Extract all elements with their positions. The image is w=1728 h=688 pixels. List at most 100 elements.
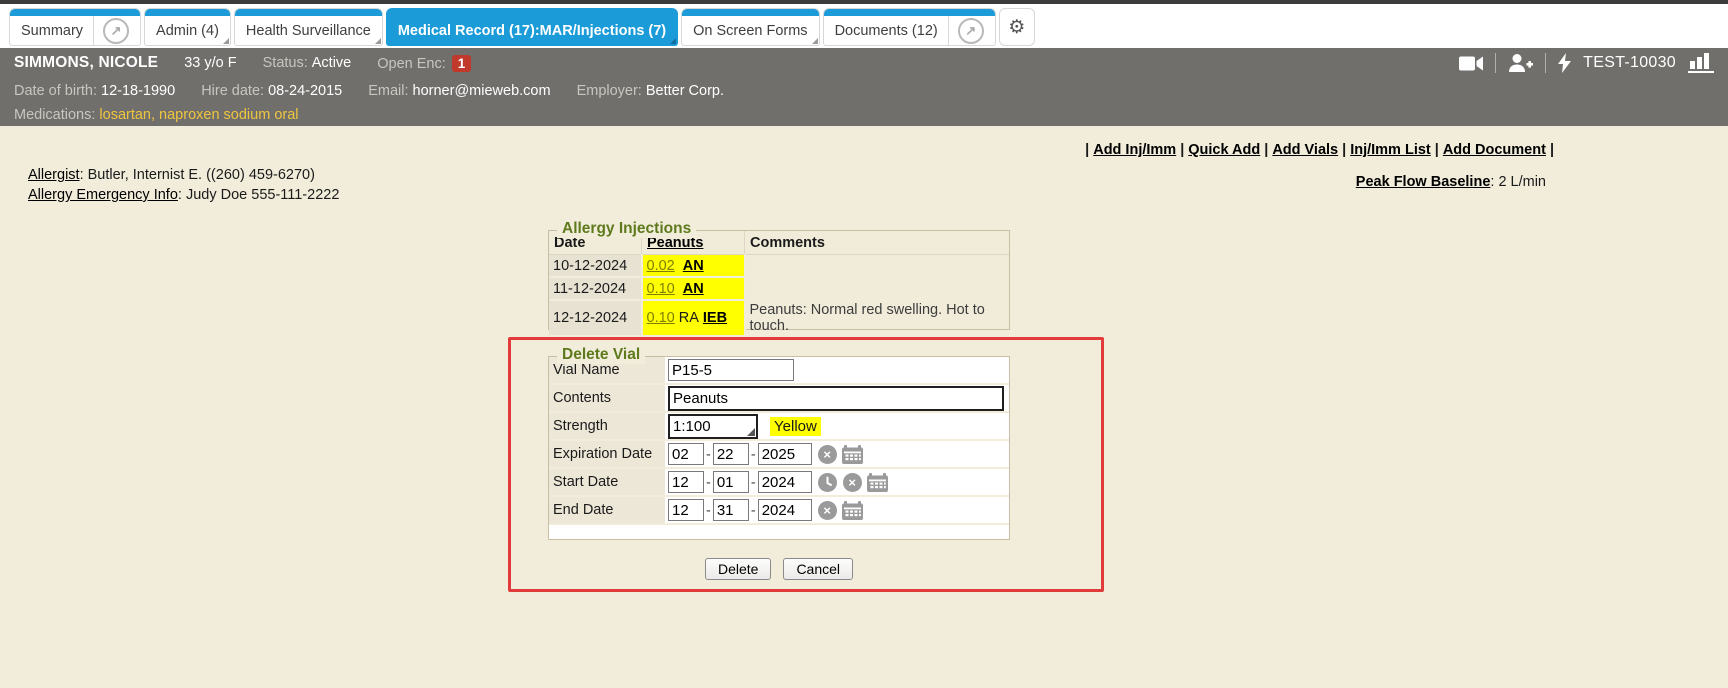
video-camera-icon[interactable] <box>1459 56 1483 71</box>
section-title: Allergy Injections <box>557 220 696 238</box>
employer-value: Better Corp. <box>646 83 724 99</box>
allergist-text: : Butler, Internist E. ((260) 459-6270) <box>80 167 315 183</box>
contents-input[interactable] <box>668 386 1004 411</box>
start-month-input[interactable] <box>668 471 704 493</box>
end-date-label: End Date <box>549 496 665 524</box>
allergy-emergency-text: : Judy Doe 555-111-2222 <box>178 187 340 203</box>
date-separator: - <box>751 475 756 491</box>
allergy-emergency-link[interactable]: Allergy Emergency Info <box>28 187 178 203</box>
injection-date: 11-12-2024 <box>549 277 642 300</box>
delete-button[interactable]: Delete <box>705 558 771 580</box>
tab-stripe <box>10 9 140 16</box>
divider <box>1495 53 1496 73</box>
form-row: Contents <box>549 384 1009 412</box>
tab-stripe <box>387 9 677 16</box>
dose-link[interactable]: 0.02 <box>647 258 675 274</box>
add-person-icon[interactable] <box>1508 54 1533 72</box>
reaction-code: RA <box>679 310 699 326</box>
link-add-document[interactable]: Add Document <box>1443 142 1546 158</box>
lightning-icon[interactable] <box>1558 53 1571 73</box>
clear-date-icon[interactable]: × <box>818 501 837 520</box>
tab-bar: Summary ↗ Admin (4) Health Surveillance … <box>0 4 1728 48</box>
chart-icon[interactable] <box>1688 53 1714 73</box>
expiration-date-label: Expiration Date <box>549 440 665 468</box>
quick-links-bar: |Add Inj/Imm|Quick Add|Add Vials|Inj/Imm… <box>1081 142 1558 158</box>
clear-date-icon[interactable]: × <box>818 445 837 464</box>
external-link-icon[interactable]: ↗ <box>958 18 984 44</box>
tab-summary[interactable]: Summary ↗ <box>10 9 140 45</box>
dropdown-fold-icon <box>812 38 818 44</box>
calendar-icon[interactable] <box>842 445 863 464</box>
injection-date: 10-12-2024 <box>549 255 642 278</box>
delete-vial-form: Vial Name Contents Strength Yellow Expir… <box>549 357 1009 525</box>
calendar-icon[interactable] <box>842 501 863 520</box>
form-row: Strength Yellow <box>549 412 1009 440</box>
allergist-link[interactable]: Allergist <box>28 167 80 183</box>
separator: | <box>1264 142 1268 158</box>
status-label: Status: <box>263 55 308 71</box>
separator: | <box>1550 142 1554 158</box>
email-label: Email: <box>368 83 408 99</box>
separator: | <box>1435 142 1439 158</box>
tab-label: Documents (12) <box>835 23 938 39</box>
cancel-button[interactable]: Cancel <box>783 558 853 580</box>
tab-divider <box>93 16 94 45</box>
expiration-month-input[interactable] <box>668 443 704 465</box>
calendar-icon[interactable] <box>867 473 888 492</box>
employer-label: Employer: <box>577 83 642 99</box>
reaction-link[interactable]: AN <box>683 281 704 297</box>
peak-flow-link[interactable]: Peak Flow Baseline <box>1356 174 1491 190</box>
dose-link[interactable]: 0.10 <box>647 310 675 326</box>
separator: | <box>1085 142 1089 158</box>
tab-divider <box>948 16 949 45</box>
start-year-input[interactable] <box>758 471 812 493</box>
expiration-year-input[interactable] <box>758 443 812 465</box>
contents-label: Contents <box>549 384 665 412</box>
injection-dose-cell: 0.02 AN <box>642 255 745 278</box>
tab-on-screen-forms[interactable]: On Screen Forms <box>682 9 818 45</box>
vial-name-input[interactable] <box>668 359 794 381</box>
date-separator: - <box>751 503 756 519</box>
end-day-input[interactable] <box>713 499 749 521</box>
clear-date-icon[interactable]: × <box>843 473 862 492</box>
allergy-injections-section: Allergy Injections Date Peanuts Comments… <box>548 230 1010 330</box>
tab-label: On Screen Forms <box>693 23 807 39</box>
reaction-link[interactable]: AN <box>683 258 704 274</box>
link-add-inj-imm[interactable]: Add Inj/Imm <box>1093 142 1176 158</box>
dropdown-fold-icon <box>375 38 381 44</box>
open-encounter-badge[interactable]: 1 <box>452 55 472 72</box>
reaction-link[interactable]: IEB <box>703 310 727 326</box>
strength-input[interactable] <box>668 414 758 439</box>
end-month-input[interactable] <box>668 499 704 521</box>
separator: | <box>1180 142 1184 158</box>
clock-icon[interactable] <box>818 473 837 492</box>
start-day-input[interactable] <box>713 471 749 493</box>
dropdown-fold-icon <box>223 38 229 44</box>
tab-health-surveillance[interactable]: Health Surveillance <box>235 9 382 45</box>
link-add-vials[interactable]: Add Vials <box>1272 142 1338 158</box>
tab-documents[interactable]: Documents (12) ↗ <box>824 9 995 45</box>
injection-date: 12-12-2024 <box>549 300 642 336</box>
tab-stripe <box>682 9 818 16</box>
table-row: 12-12-2024 0.10RAIEB Peanuts: Normal red… <box>549 300 1009 336</box>
end-year-input[interactable] <box>758 499 812 521</box>
start-date-label: Start Date <box>549 468 665 496</box>
link-inj-imm-list[interactable]: Inj/Imm List <box>1350 142 1431 158</box>
table-row: 11-12-2024 0.10 AN <box>549 277 1009 300</box>
tab-admin[interactable]: Admin (4) <box>145 9 230 45</box>
hire-date-label: Hire date: <box>201 83 264 99</box>
column-comments: Comments <box>745 231 1010 255</box>
expiration-day-input[interactable] <box>713 443 749 465</box>
tab-medical-record-active[interactable]: Medical Record (17):MAR/Injections (7) <box>387 9 677 45</box>
form-row: Start Date --× <box>549 468 1009 496</box>
resize-grip-icon[interactable] <box>747 428 755 436</box>
dropdown-fold-icon <box>670 38 676 44</box>
dob-label: Date of birth: <box>14 83 97 99</box>
section-title: Delete Vial <box>557 346 645 364</box>
settings-button[interactable]: ⚙ <box>1000 9 1034 45</box>
dose-link[interactable]: 0.10 <box>647 281 675 297</box>
medications-value[interactable]: losartan, naproxen sodium oral <box>99 107 298 123</box>
link-quick-add[interactable]: Quick Add <box>1188 142 1260 158</box>
external-link-icon[interactable]: ↗ <box>103 18 129 44</box>
page: Summary ↗ Admin (4) Health Surveillance … <box>0 0 1728 688</box>
